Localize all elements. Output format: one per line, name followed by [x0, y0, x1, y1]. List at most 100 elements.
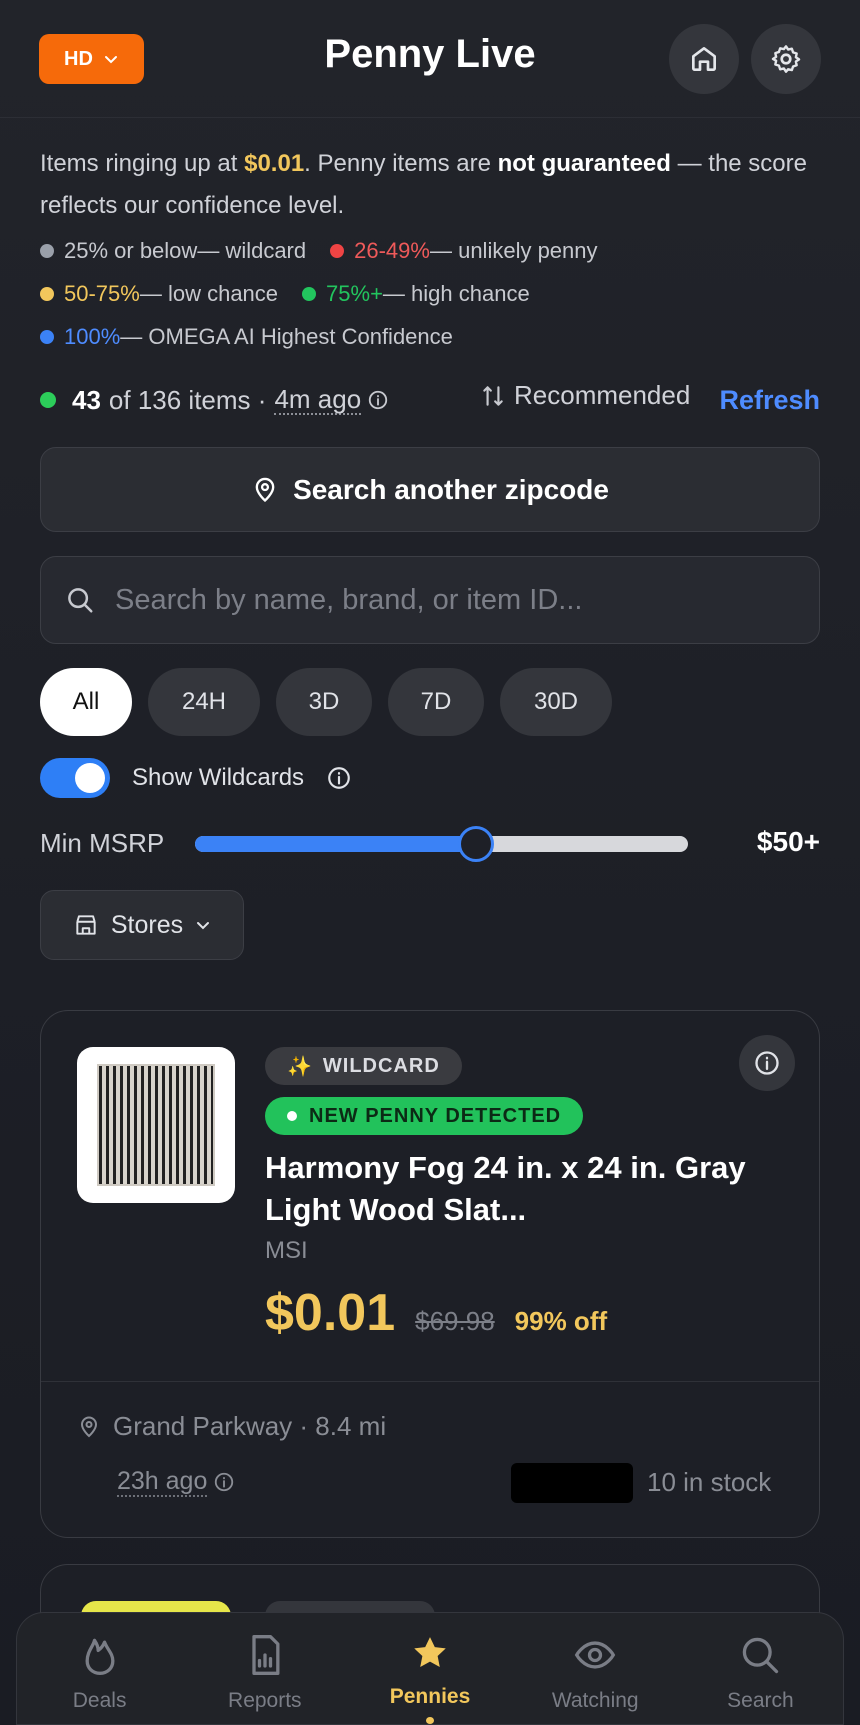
min-msrp-value: $50+ — [756, 826, 820, 857]
intro-price: $0.01 — [244, 150, 305, 177]
gear-icon — [771, 45, 801, 73]
store-icon — [76, 915, 96, 935]
seen-ago: 23h ago — [117, 1467, 235, 1497]
info-icon — [755, 1051, 779, 1075]
legend-desc: — high chance — [382, 281, 530, 306]
product-image-graphic — [97, 1064, 215, 1186]
legend-item: 100% — OMEGA AI Highest Confidence — [40, 324, 453, 350]
legend-dot — [302, 287, 317, 301]
wildcards-label: Show Wildcards — [132, 764, 305, 791]
wildcard-badge-label: WILDCARD — [322, 1054, 440, 1077]
stock-count: 10 in stock — [647, 1467, 772, 1497]
card-info-button[interactable] — [739, 1035, 795, 1091]
home-icon — [692, 47, 716, 71]
nav-label: Search — [727, 1689, 794, 1712]
wildcards-toggle[interactable] — [40, 758, 110, 798]
nav-pennies[interactable]: Pennies — [347, 1613, 512, 1724]
last-updated[interactable]: 4m ago — [274, 385, 362, 415]
legend-dot — [330, 244, 345, 258]
home-button[interactable] — [669, 24, 739, 94]
search-icon — [68, 588, 93, 613]
report-icon — [252, 1635, 280, 1675]
location-pin-icon — [255, 477, 275, 502]
app-header: HD Penny Live — [0, 0, 860, 118]
legend-range: 26-49% — [354, 238, 430, 263]
discount-percent: 99% off — [514, 1306, 608, 1336]
location-pin-icon — [80, 1416, 98, 1437]
stores-label: Stores — [110, 910, 184, 939]
page: HD Penny Live Items ringing up at $0.01.… — [0, 0, 860, 1725]
nav-deals[interactable]: Deals — [17, 1613, 182, 1724]
toggle-knob — [75, 763, 105, 793]
nav-reports[interactable]: Reports — [182, 1613, 347, 1724]
legend-row-1: 25% or below — wildcard 26-49% — unlikel… — [40, 238, 622, 264]
sort-icon — [483, 385, 503, 406]
legend-range: 25% or below — [64, 238, 198, 263]
new-badge-label: NEW PENNY DETECTED — [309, 1104, 562, 1127]
legend-dot — [40, 287, 54, 301]
wildcards-toggle-row: Show Wildcards — [40, 758, 352, 798]
info-icon[interactable] — [326, 765, 352, 791]
slider-thumb[interactable] — [458, 826, 494, 862]
penny-item-card[interactable]: ✨ WILDCARD NEW PENNY DETECTED Harmony Fo… — [40, 1010, 820, 1538]
refresh-button[interactable]: Refresh — [719, 380, 820, 420]
legend-row-2: 50-75% — low chance 75%+ — high chance — [40, 281, 554, 307]
product-image — [77, 1047, 235, 1203]
results-total: of 136 items · — [108, 384, 267, 415]
intro-prefix: Items ringing up at — [40, 150, 245, 177]
filter-chip-30d[interactable]: 30D — [500, 668, 612, 736]
filter-chip-all[interactable]: All — [40, 668, 132, 736]
legend-item: 26-49% — unlikely penny — [330, 238, 598, 264]
search-icon — [743, 1637, 779, 1674]
bottom-nav: Deals Reports Pennies Watching Search — [16, 1612, 844, 1725]
intro-text: Items ringing up at $0.01. Penny items a… — [40, 143, 830, 227]
card-divider — [41, 1381, 819, 1382]
store-location: Grand Parkway · 8.4 mi — [77, 1411, 386, 1442]
filter-chip-24h[interactable]: 24H — [148, 668, 260, 736]
nav-label: Watching — [551, 1689, 639, 1712]
results-count: 43 — [72, 384, 101, 415]
legend-row-3: 100% — OMEGA AI Highest Confidence — [40, 324, 477, 350]
price-row: $0.01 $69.98 99% off — [265, 1283, 607, 1343]
legend-desc: — OMEGA AI Highest Confidence — [120, 324, 453, 349]
sort-button[interactable]: Recommended — [480, 380, 690, 411]
zip-button-label: Search another zipcode — [293, 473, 609, 505]
original-price: $69.98 — [415, 1306, 495, 1336]
new-penny-badge: NEW PENNY DETECTED — [265, 1097, 584, 1135]
nav-label: Deals — [72, 1689, 127, 1712]
nav-watching[interactable]: Watching — [513, 1613, 678, 1724]
info-icon[interactable] — [213, 1471, 235, 1493]
legend-item: 75%+ — high chance — [302, 281, 530, 307]
search-zipcode-button[interactable]: Search another zipcode — [40, 447, 820, 532]
seen-ago-label[interactable]: 23h ago — [117, 1467, 208, 1497]
stores-dropdown[interactable]: Stores — [40, 890, 244, 960]
filter-chip-3d[interactable]: 3D — [276, 668, 372, 736]
results-stats: 43 of 136 items · 4m ago Recommended Ref… — [40, 380, 820, 420]
legend-desc: — wildcard — [197, 238, 307, 263]
active-indicator — [426, 1716, 434, 1724]
product-title[interactable]: Harmony Fog 24 in. x 24 in. Gray Light W… — [265, 1147, 785, 1231]
nav-search[interactable]: Search — [678, 1613, 843, 1724]
nav-label: Reports — [228, 1689, 302, 1712]
legend-item: 50-75% — low chance — [40, 281, 278, 307]
search-box[interactable] — [40, 556, 820, 644]
star-icon — [414, 1637, 446, 1667]
nav-label: Pennies — [389, 1684, 471, 1708]
legend-dot — [40, 330, 54, 344]
slider-fill — [195, 836, 476, 852]
time-filter-chips: All 24H 3D 7D 30D — [40, 668, 612, 736]
search-input[interactable] — [115, 583, 795, 617]
legend-item: 25% or below — wildcard — [40, 238, 306, 264]
intro-mid: . Penny items are — [304, 150, 498, 177]
legend-dot — [40, 244, 54, 258]
intro-strong: not guaranteed — [497, 150, 671, 177]
chevron-down-icon — [197, 922, 210, 930]
info-icon[interactable] — [367, 389, 389, 411]
filter-chip-7d[interactable]: 7D — [388, 668, 484, 736]
settings-button[interactable] — [751, 24, 821, 94]
legend-desc: — unlikely penny — [429, 238, 598, 263]
sparkles-icon: ✨ — [287, 1055, 313, 1078]
legend-range: 75%+ — [326, 281, 383, 306]
min-msrp-slider[interactable] — [195, 826, 688, 862]
new-dot — [287, 1111, 297, 1121]
